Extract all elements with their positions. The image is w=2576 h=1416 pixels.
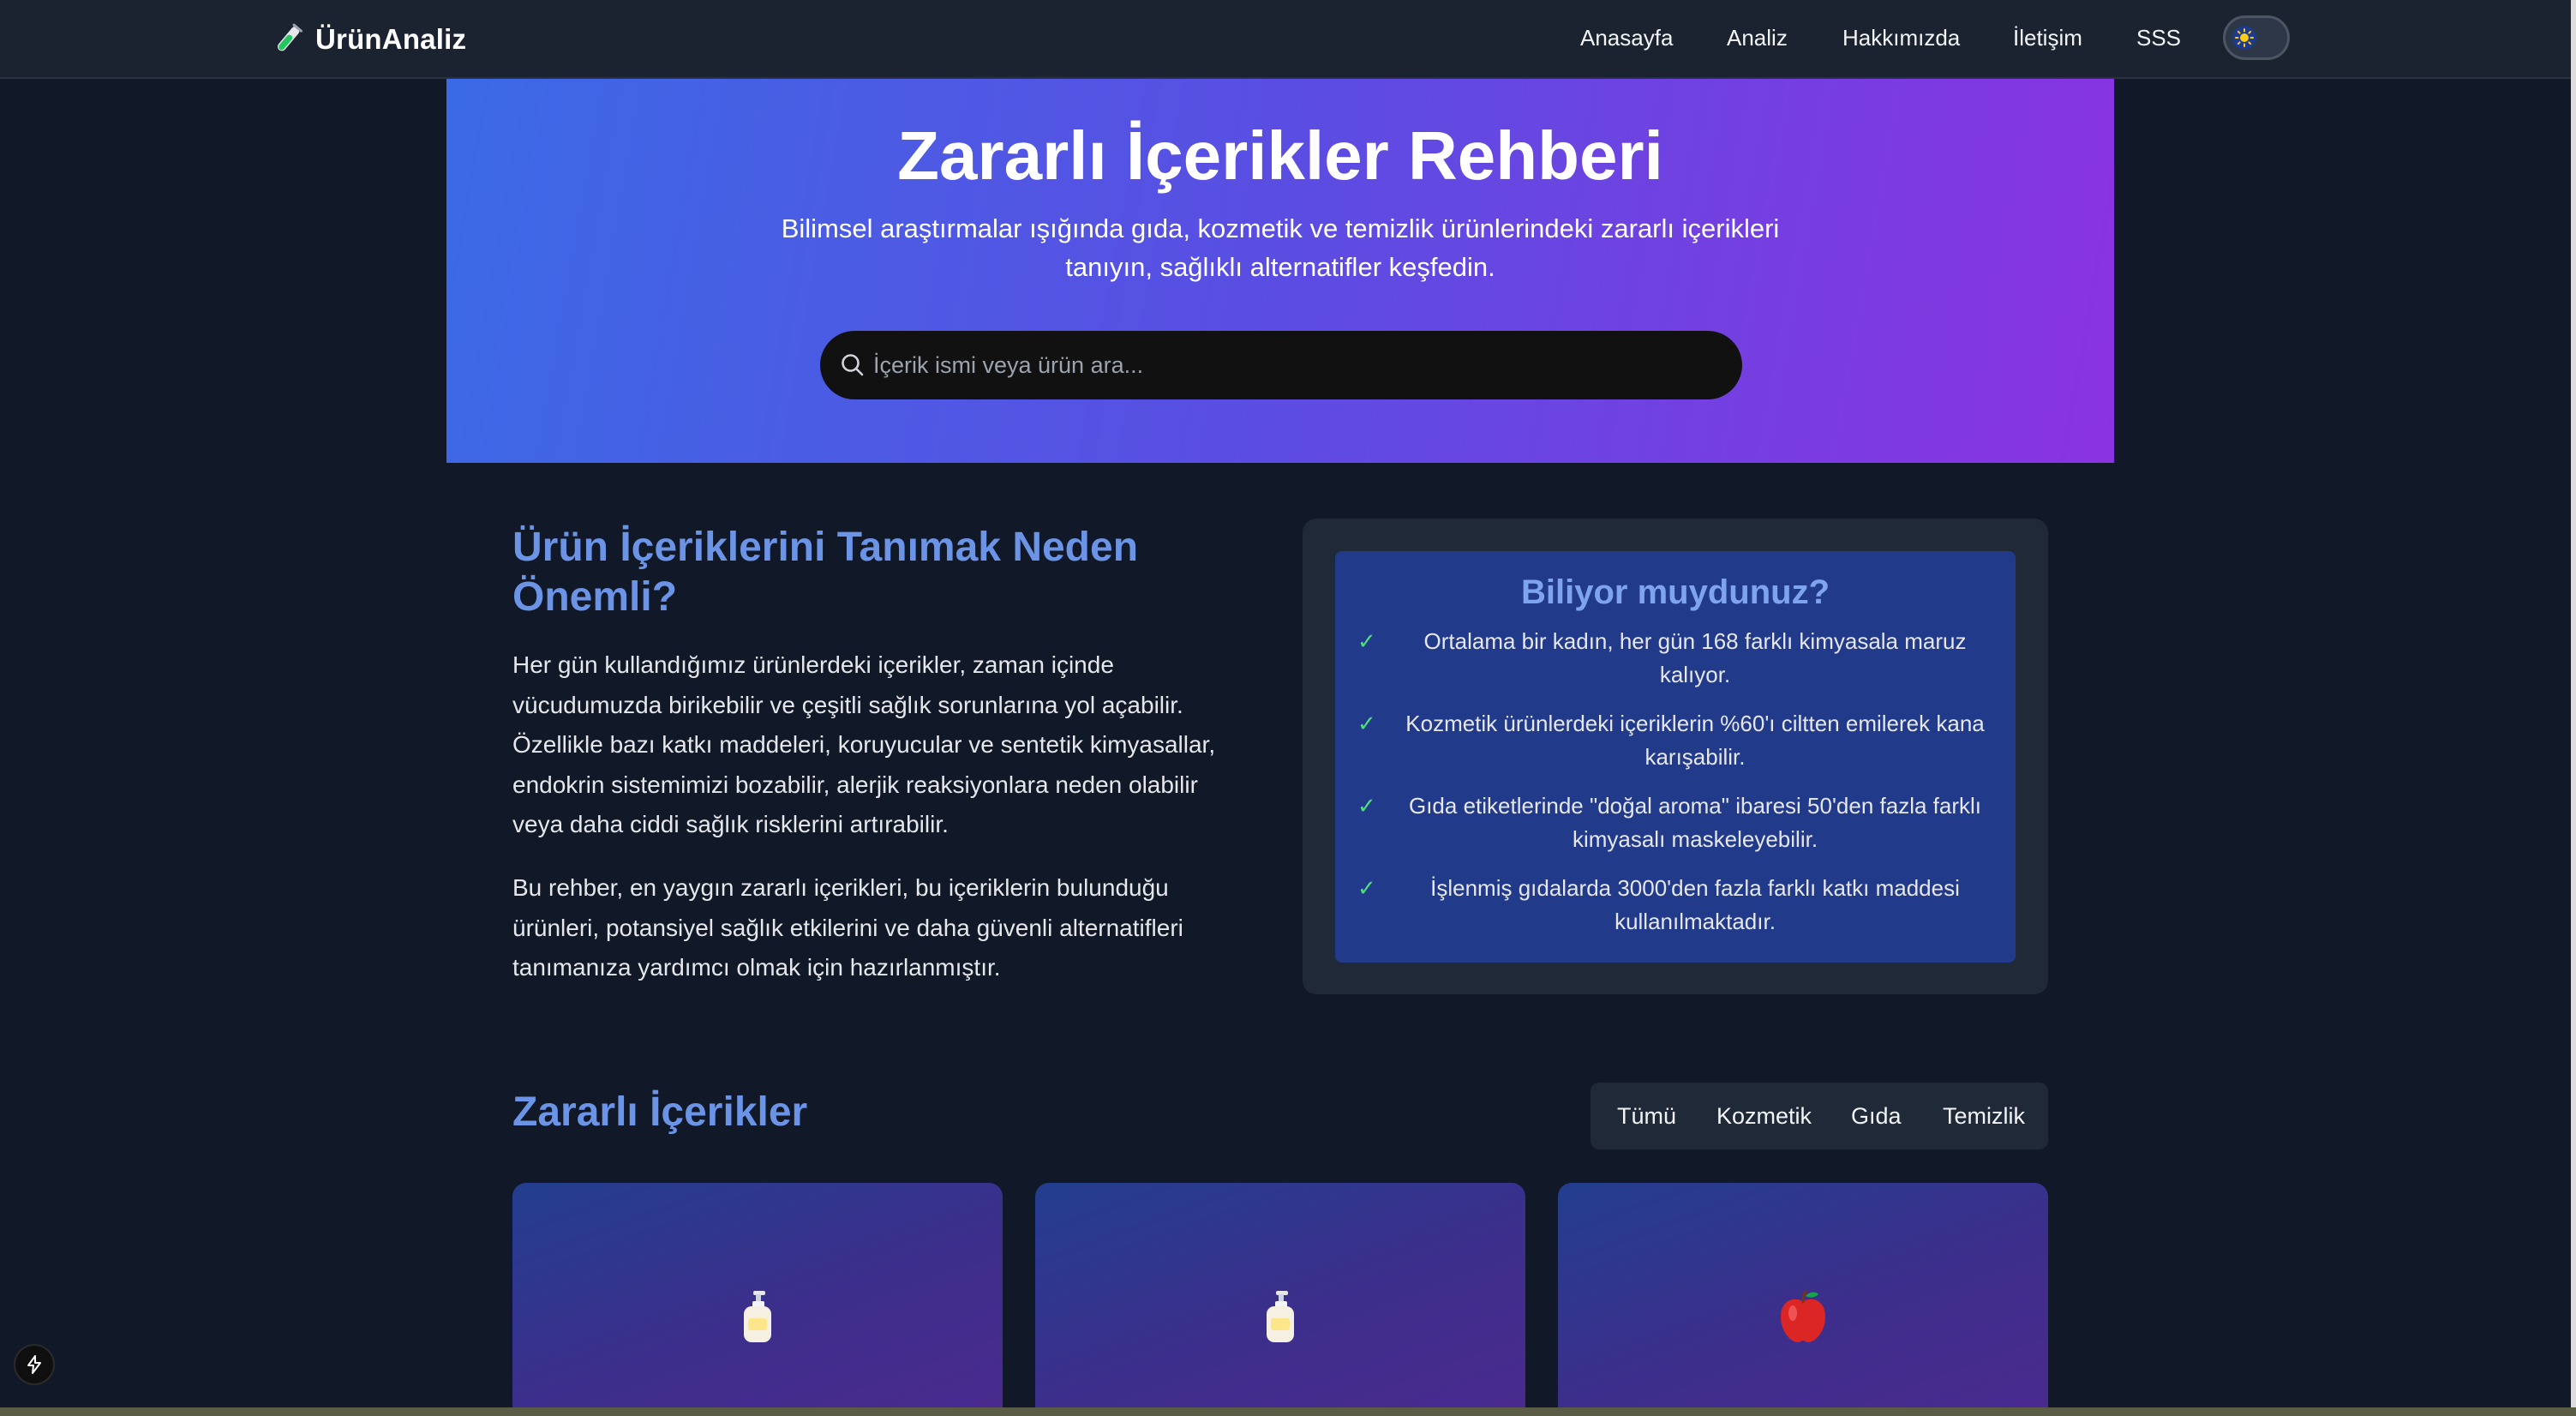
sun-icon <box>2235 28 2254 47</box>
nav-link-hakkimizda[interactable]: Hakkımızda <box>1842 25 1960 51</box>
nav-link-analiz[interactable]: Analiz <box>1727 25 1788 51</box>
hero-subtitle-line-2: tanıyın, sağlıklı alternatifler keşfedin… <box>1065 252 1495 282</box>
fact-text: İşlenmiş gıdalarda 3000'den fazla farklı… <box>1430 875 1960 934</box>
filter-food-button[interactable]: Gıda <box>1851 1083 1902 1149</box>
brand-logo-link[interactable]: ÜrünAnaliz <box>271 19 466 60</box>
floating-action-button[interactable] <box>14 1344 55 1385</box>
ingredient-card[interactable] <box>512 1183 1003 1416</box>
theme-toggle-knob <box>2232 26 2256 50</box>
lightning-bolt-icon <box>27 1355 41 1374</box>
check-icon: ✓ <box>1357 793 1376 819</box>
check-icon: ✓ <box>1357 628 1376 654</box>
intro-heading: Ürün İçeriklerini Tanımak Neden Önemli? <box>512 525 1139 620</box>
did-you-know-panel: Biliyor muydunuz? ✓ Ortalama bir kadın, … <box>1335 551 2016 963</box>
check-icon: ✓ <box>1357 711 1376 736</box>
hero-subtitle: Bilimsel araştırmalar ışığında gıda, koz… <box>446 209 2114 286</box>
did-you-know-card: Biliyor muydunuz? ✓ Ortalama bir kadın, … <box>1303 519 2048 994</box>
intro-paragraph-1: Her gün kullandığımız ürünlerdeki içerik… <box>512 651 1216 837</box>
fact-text: Kozmetik ürünlerdeki içeriklerin %60'ı c… <box>1405 711 1985 770</box>
fact-item: ✓ İşlenmiş gıdalarda 3000'den fazla fark… <box>1335 872 2016 940</box>
lotion-bottle-icon <box>1267 1291 1294 1342</box>
ingredient-card[interactable] <box>1558 1183 2048 1416</box>
check-icon: ✓ <box>1357 875 1376 901</box>
page-scrollbar[interactable] <box>2571 0 2576 1416</box>
nav-link-iletisim[interactable]: İletişim <box>2013 25 2082 51</box>
filter-all-button[interactable]: Tümü <box>1617 1083 1676 1149</box>
red-apple-icon <box>1781 1290 1825 1342</box>
bottom-edge-strip <box>0 1407 2576 1416</box>
hero-subtitle-line-1: Bilimsel araştırmalar ışığında gıda, koz… <box>781 213 1780 243</box>
filter-cleaning-button[interactable]: Temizlik <box>1943 1083 2025 1149</box>
fact-item: ✓ Ortalama bir kadın, her gün 168 farklı… <box>1335 625 2016 693</box>
fact-item: ✓ Kozmetik ürünlerdeki içeriklerin %60'ı… <box>1335 707 2016 776</box>
harmful-section-title: Zararlı İçerikler <box>512 1089 808 1135</box>
brand-name: ÜrünAnaliz <box>315 23 467 55</box>
intro-paragraph-2: Bu rehber, en yaygın zararlı içerikleri,… <box>512 874 1183 981</box>
hero-title: Zararlı İçerikler Rehberi <box>897 117 1663 194</box>
category-filter-bar: Tümü Kozmetik Gıda Temizlik <box>1591 1083 2048 1149</box>
ingredient-card[interactable] <box>1035 1183 1525 1416</box>
search-bar[interactable] <box>820 331 1742 399</box>
fact-item: ✓ Gıda etiketlerinde "doğal aroma" ibare… <box>1335 789 2016 858</box>
search-input[interactable] <box>873 331 1722 399</box>
theme-toggle[interactable] <box>2223 15 2290 60</box>
did-you-know-title: Biliyor muydunuz? <box>1521 573 1830 611</box>
test-tube-icon <box>277 23 303 51</box>
fact-text: Ortalama bir kadın, her gün 168 farklı k… <box>1423 628 1967 687</box>
nav-link-anasayfa[interactable]: Anasayfa <box>1580 25 1673 51</box>
nav-link-sss[interactable]: SSS <box>2136 25 2181 51</box>
lotion-bottle-icon <box>744 1291 771 1342</box>
filter-cosmetic-button[interactable]: Kozmetik <box>1716 1083 1812 1149</box>
fact-text: Gıda etiketlerinde "doğal aroma" ibaresi… <box>1408 793 1981 852</box>
hero-banner: Zararlı İçerikler Rehberi Bilimsel araşt… <box>446 79 2114 463</box>
top-navbar: ÜrünAnaliz Anasayfa Analiz Hakkımızda İl… <box>0 0 2571 79</box>
search-icon <box>842 354 864 376</box>
